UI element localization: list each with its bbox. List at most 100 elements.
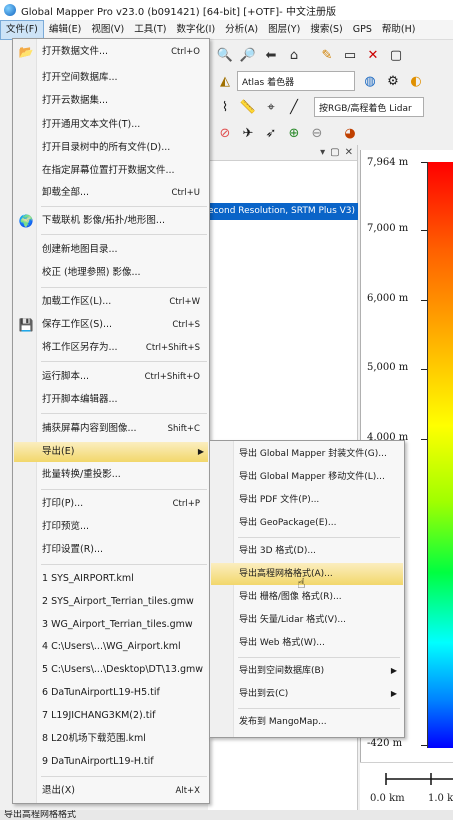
home-icon[interactable]: ⌂ <box>283 44 305 66</box>
status-bar: 导出高程网格格式 <box>0 810 453 820</box>
recent-file-item[interactable]: 5 C:\Users\...\Desktop\DT\13.gmw <box>14 660 208 680</box>
menu-print-preview[interactable]: 打印预览... <box>14 517 208 537</box>
menu-open-cloud[interactable]: 打开云数据集... <box>14 91 208 111</box>
submenu-arrow-icon: ▶ <box>390 666 397 675</box>
legend-label: 7,000 m <box>367 223 409 234</box>
recent-file-item[interactable]: 7 L19JICHANG3KM(2).tif <box>14 706 208 726</box>
export-gm-package[interactable]: 导出 Global Mapper 封装文件(G)... <box>211 443 403 465</box>
menu-open-at-screen-loc[interactable]: 在指定屏幕位置打开数据文件... <box>14 161 208 181</box>
menu-unload-all[interactable]: 卸载全部... Ctrl+U <box>14 183 208 203</box>
recent-file-item[interactable]: 3 WG_Airport_Terrian_tiles.gmw <box>14 615 208 635</box>
mouse-pointer-icon: ☝ <box>297 576 306 592</box>
export-vector-lidar[interactable]: 导出 矢量/Lidar 格式(V)... <box>211 609 403 631</box>
recent-file-item[interactable]: 1 SYS_AIRPORT.kml <box>14 569 208 589</box>
menu-digitize[interactable]: 数字化(I) <box>171 20 220 40</box>
recent-file-item[interactable]: 8 L20机场下载范围.kml <box>14 729 208 749</box>
export-3d-format[interactable]: 导出 3D 格式(D)... <box>211 540 403 562</box>
measure-icon[interactable]: ╱ <box>283 96 305 118</box>
export-geopackage[interactable]: 导出 GeoPackage(E)... <box>211 512 403 534</box>
recent-file-item[interactable]: 9 DaTunAirportL19-H.tif <box>14 752 208 772</box>
menu-file[interactable]: 文件(F) <box>0 19 44 40</box>
menu-export[interactable]: 导出(E) ▶ <box>14 442 208 462</box>
menu-open-script-editor[interactable]: 打开脚本编辑器... <box>14 390 208 410</box>
select-icon[interactable]: ▭ <box>339 44 361 66</box>
menu-tools[interactable]: 工具(T) <box>129 20 171 40</box>
shader-select[interactable]: 按RGB/高程着色 Lidar <box>314 97 424 117</box>
menu-run-script[interactable]: 运行脚本... Ctrl+Shift+O <box>14 367 208 387</box>
scale-bar: 0.0 km 1.0 k <box>360 762 453 812</box>
menu-separator <box>41 287 207 288</box>
menu-create-map-catalog[interactable]: 创建新地图目录... <box>14 240 208 260</box>
export-to-cloud[interactable]: 导出到云(C) ▶ <box>211 683 403 705</box>
export-pdf[interactable]: 导出 PDF 文件(P)... <box>211 489 403 511</box>
settings-icon[interactable]: ⚙ <box>382 70 404 92</box>
delete-icon[interactable]: ✕ <box>362 44 384 66</box>
save-icon: 💾 <box>18 318 34 332</box>
globe-tool-icon[interactable]: ◍ <box>359 70 381 92</box>
menu-print[interactable]: 打印(P)... Ctrl+P <box>14 494 208 514</box>
zoom-out-icon[interactable]: 🔎 <box>237 44 259 66</box>
menu-separator <box>41 413 207 414</box>
pencil-icon[interactable]: ✎ <box>316 44 338 66</box>
legend-label-min: -420 m <box>367 738 403 749</box>
menu-print-setup[interactable]: 打印设置(R)... <box>14 540 208 560</box>
menu-separator <box>41 361 207 362</box>
recent-file-item[interactable]: 2 SYS_Airport_Terrian_tiles.gmw <box>14 592 208 612</box>
stop-icon[interactable]: ⊘ <box>214 122 236 144</box>
remove-point-icon[interactable]: ⊖ <box>306 122 328 144</box>
zoom-in-icon[interactable]: 🔍 <box>214 44 236 66</box>
basemap-select[interactable]: Atlas 着色器 <box>237 71 355 91</box>
menu-save-workspace-as[interactable]: 将工作区另存为... Ctrl+Shift+S <box>14 338 208 358</box>
menu-capture-screen[interactable]: 捕获屏幕内容到图像... Shift+C <box>14 419 208 439</box>
elevation-color-ramp <box>427 162 453 748</box>
layer-row-selected[interactable]: econd Resolution, SRTM Plus V3) <box>208 203 358 220</box>
atlas-shader-icon: ◭ <box>220 73 230 89</box>
menu-download-online[interactable]: 🌍 下载联机 影像/拓扑/地形图... <box>14 211 208 231</box>
menu-view[interactable]: 视图(V) <box>86 20 129 40</box>
globe-3d-icon[interactable]: ◕ <box>339 122 361 144</box>
menu-separator <box>41 489 207 490</box>
menu-batch-convert[interactable]: 批量转换/重投影... <box>14 465 208 485</box>
menu-rectify-image[interactable]: 校正 (地理参照) 影像... <box>14 263 208 283</box>
close-icon[interactable]: ✕ <box>345 147 353 158</box>
fly-icon[interactable]: ➶ <box>260 122 282 144</box>
menu-open-data-file[interactable]: 📂 打开数据文件... Ctrl+O <box>14 42 208 62</box>
path-tool-icon[interactable]: ⌇ <box>214 96 236 118</box>
left-dock-strip <box>0 180 12 240</box>
recent-file-item[interactable]: 6 DaTunAirportL19-H5.tif <box>14 683 208 703</box>
menu-gps[interactable]: GPS <box>348 20 377 40</box>
menu-load-workspace[interactable]: 加载工作区(L)... Ctrl+W <box>14 292 208 312</box>
menu-analysis[interactable]: 分析(A) <box>220 20 263 40</box>
menu-layer[interactable]: 图层(Y) <box>263 20 305 40</box>
menu-help[interactable]: 帮助(H) <box>377 20 421 40</box>
export-web-format[interactable]: 导出 Web 格式(W)... <box>211 632 403 654</box>
recent-file-item[interactable]: 4 C:\Users\...\WG_Airport.kml <box>14 637 208 657</box>
crosshair-icon[interactable]: ⌖ <box>260 96 282 118</box>
menu-open-text-file[interactable]: 打开通用文本文件(T)... <box>14 115 208 135</box>
ruler-icon[interactable]: 📏 <box>237 96 259 118</box>
square-icon[interactable]: ▢ <box>385 44 407 66</box>
export-to-spatial-db[interactable]: 导出到空间数据库(B) ▶ <box>211 660 403 682</box>
sun-icon[interactable]: ◐ <box>405 70 427 92</box>
menu-exit[interactable]: 退出(X) Alt+X <box>14 781 208 801</box>
folder-icon: 📂 <box>18 45 34 59</box>
menu-save-workspace[interactable]: 💾 保存工作区(S)... Ctrl+S <box>14 315 208 335</box>
export-elevation-grid[interactable]: 导出高程网格格式(A)... <box>211 563 403 585</box>
menu-open-dir-tree[interactable]: 打开目录树中的所有文件(D)... <box>14 138 208 158</box>
menu-separator <box>41 206 207 207</box>
pin-icon[interactable]: ▾ <box>320 147 325 158</box>
legend-label-max: 7,964 m <box>367 157 409 168</box>
export-gm-mobile[interactable]: 导出 Global Mapper 移动文件(L)... <box>211 466 403 488</box>
restore-icon[interactable]: ▢ <box>330 147 339 158</box>
menu-edit[interactable]: 编辑(E) <box>44 20 86 40</box>
add-point-icon[interactable]: ⊕ <box>283 122 305 144</box>
bird-icon[interactable]: ✈ <box>237 122 259 144</box>
app-logo-icon <box>4 4 16 16</box>
window-title: Global Mapper Pro v23.0 (b091421) [64-bi… <box>21 6 336 18</box>
publish-mangomap[interactable]: 发布到 MangoMap... <box>211 711 403 733</box>
menu-search[interactable]: 搜索(S) <box>305 20 347 40</box>
back-arrow-icon[interactable]: ⬅ <box>260 44 282 66</box>
export-raster-image[interactable]: 导出 栅格/图像 格式(R)... <box>211 586 403 608</box>
menu-open-spatial-db[interactable]: 打开空间数据库... <box>14 68 208 88</box>
legend-label: 6,000 m <box>367 293 409 304</box>
